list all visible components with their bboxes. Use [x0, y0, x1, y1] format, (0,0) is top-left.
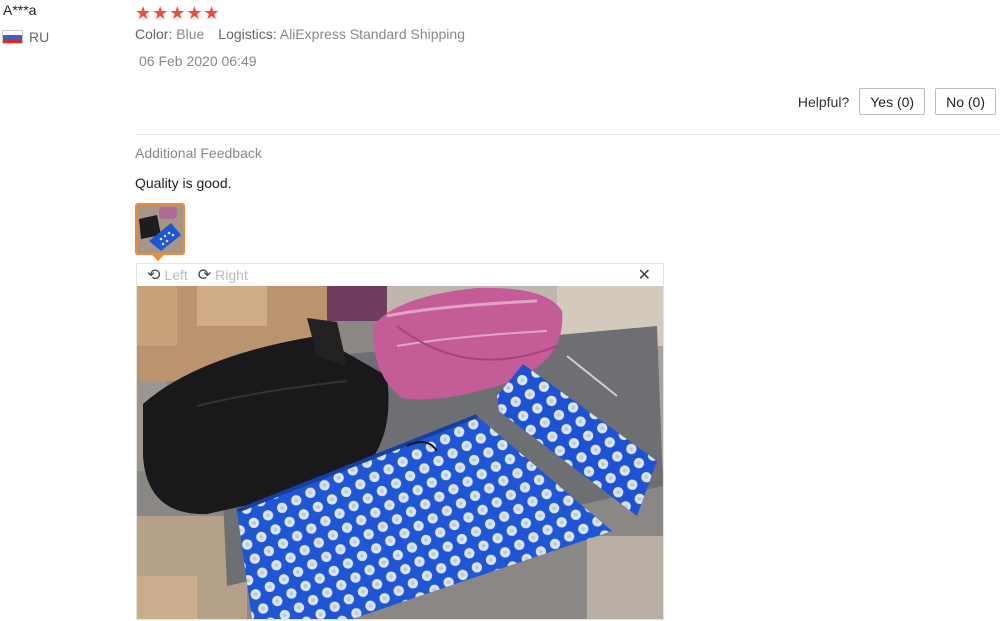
close-icon[interactable]: ✕ [638, 265, 651, 285]
rotate-right-icon: ⟳ [197, 267, 212, 284]
rotate-right-label: Right [215, 267, 248, 283]
rotate-left-button[interactable]: ⟲ Left [147, 265, 188, 285]
logistics-label: Logistics: [218, 26, 277, 42]
reviewer-country: RU [2, 29, 49, 45]
helpful-section: Helpful? Yes (0) No (0) [798, 88, 996, 115]
photo-image [137, 286, 663, 619]
additional-feedback-heading: Additional Feedback [135, 145, 262, 161]
divider [135, 134, 1000, 135]
photo-thumbnail[interactable] [135, 203, 185, 255]
helpful-label: Helpful? [797, 93, 850, 110]
country-code: RU [29, 29, 50, 45]
rotate-left-label: Left [164, 267, 188, 283]
feedback-text: Quality is good. [135, 175, 232, 191]
reviewer-name: A***a [3, 2, 37, 18]
color-info: Color: Blue [135, 26, 204, 42]
russia-flag-icon [2, 30, 23, 44]
logistics-value: AliExpress Standard Shipping [279, 26, 465, 42]
review-date: 06 Feb 2020 06:49 [139, 53, 257, 69]
rating-stars: ★★★★★ [135, 3, 221, 23]
color-label: Color: [135, 26, 173, 42]
thumbnail-image [137, 205, 183, 253]
helpful-no-button[interactable]: No (0) [935, 88, 996, 115]
review-photo [137, 286, 663, 619]
viewer-toolbar: ⟲ Left ⟳ Right ✕ [137, 264, 663, 286]
rotate-left-icon: ⟲ [147, 267, 161, 284]
color-value: Blue [176, 26, 205, 42]
rotate-right-button[interactable]: ⟳ Right [198, 265, 248, 285]
thumbnail-pointer [152, 255, 164, 261]
review-meta: Color: Blue Logistics: AliExpress Standa… [135, 26, 465, 42]
logistics-info: Logistics: AliExpress Standard Shipping [218, 26, 465, 42]
helpful-yes-button[interactable]: Yes (0) [859, 88, 926, 115]
photo-viewer: ⟲ Left ⟳ Right ✕ [136, 263, 664, 620]
